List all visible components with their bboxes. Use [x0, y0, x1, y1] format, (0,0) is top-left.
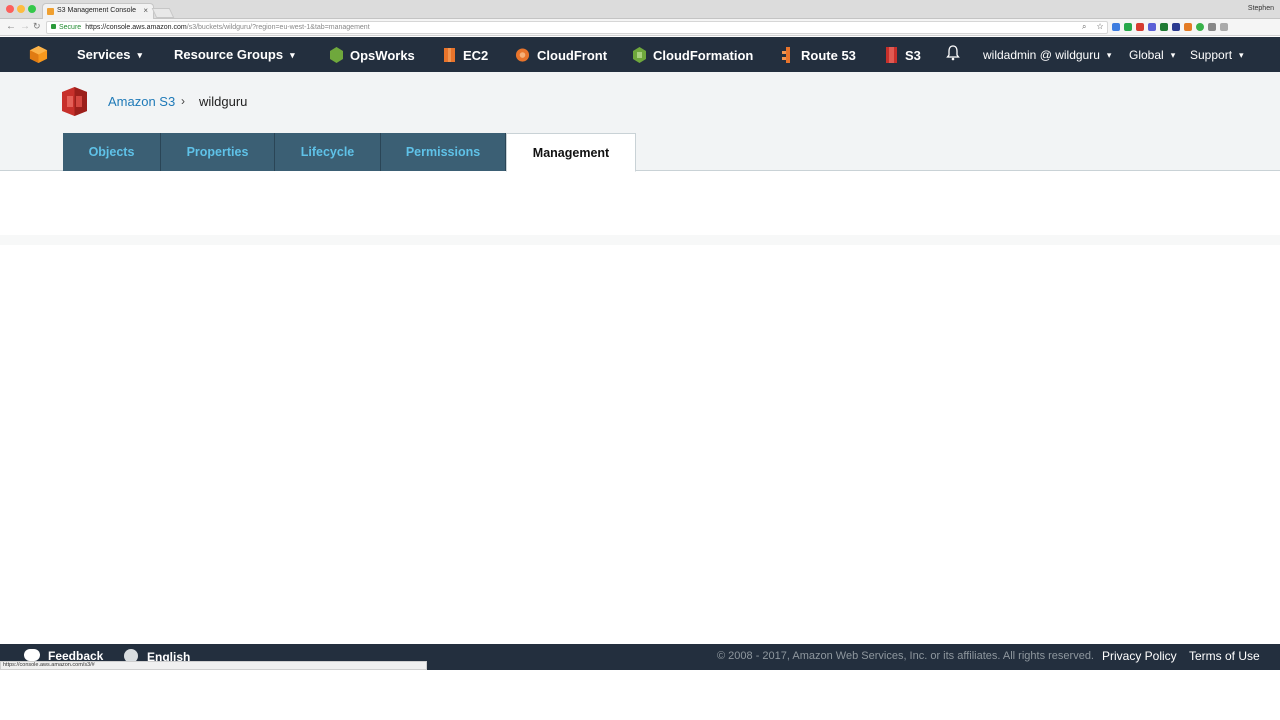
copyright-text: © 2008 - 2017, Amazon Web Services, Inc.… [717, 650, 1094, 662]
bucket-tabs: Objects Properties Lifecycle Permissions… [63, 133, 636, 172]
below-window-area [0, 670, 1280, 720]
extension-icon[interactable] [1196, 23, 1204, 31]
opsworks-icon [330, 47, 343, 63]
chevron-down-icon: ▾ [1170, 50, 1176, 60]
cloudfront-icon [515, 48, 530, 62]
url-host: https://console.aws.amazon.com [85, 24, 187, 31]
tab-properties[interactable]: Properties [161, 133, 275, 171]
new-tab-button[interactable] [151, 8, 175, 18]
aws-cube-logo-icon[interactable] [29, 45, 48, 64]
shortcut-opsworks[interactable]: OpsWorks [330, 47, 415, 63]
route53-icon [782, 47, 790, 63]
tab-permissions[interactable]: Permissions [381, 133, 506, 171]
services-menu[interactable]: Services ▾ [77, 47, 142, 62]
extension-icon[interactable] [1136, 23, 1144, 31]
shortcut-cloudfront[interactable]: CloudFront [515, 47, 607, 63]
extension-icon[interactable] [1220, 23, 1228, 31]
zoom-bookmark-icons[interactable]: ⌕ ☆ [1082, 22, 1107, 32]
aws-top-nav: Services ▾ Resource Groups ▾ OpsWorks EC2 … [0, 37, 1280, 72]
favicon-icon [47, 8, 54, 15]
breadcrumb-bucket-name: wildguru [199, 94, 248, 109]
maximize-window-button[interactable] [28, 5, 36, 13]
ec2-icon [444, 48, 455, 62]
profile-name[interactable]: Stephen [1248, 5, 1274, 12]
extension-icon[interactable] [1184, 23, 1192, 31]
speech-bubble-icon [24, 649, 40, 661]
reload-icon[interactable]: ↻ [33, 21, 41, 32]
secure-label: Secure [59, 24, 82, 31]
close-window-button[interactable] [6, 5, 14, 13]
browser-tab[interactable]: S3 Management Console × [42, 3, 154, 19]
privacy-policy-link[interactable]: Privacy Policy [1102, 649, 1177, 663]
shortcut-route53[interactable]: Route 53 [781, 47, 856, 63]
back-arrow-icon[interactable]: ← [6, 21, 16, 32]
minimize-window-button[interactable] [17, 5, 25, 13]
chevron-down-icon: ▾ [1239, 50, 1244, 60]
breadcrumb-amazon-s3-link[interactable]: Amazon S3 [108, 94, 175, 109]
extensions-bar [1112, 23, 1228, 31]
extension-icon[interactable] [1172, 23, 1180, 31]
tab-objects[interactable]: Objects [63, 133, 161, 171]
shortcut-s3[interactable]: S3 [885, 47, 921, 63]
shortcut-cloudformation[interactable]: CloudFormation [633, 47, 753, 63]
s3-bucket-logo-icon [62, 87, 87, 116]
lock-icon [51, 24, 56, 29]
url-input[interactable]: Secure https://console.aws.amazon.com/s3/… [46, 21, 1108, 34]
browser-tab-title: S3 Management Console [57, 7, 136, 14]
chevron-down-icon: ▾ [137, 50, 143, 60]
extension-icon[interactable] [1160, 23, 1168, 31]
terms-of-use-link[interactable]: Terms of Use [1189, 649, 1260, 663]
tab-lifecycle[interactable]: Lifecycle [275, 133, 381, 171]
notifications-bell-icon[interactable] [946, 45, 960, 64]
s3-icon [886, 47, 897, 63]
browser-tab-bar: S3 Management Console × Stephen [0, 0, 1280, 19]
breadcrumb-separator-icon: › [181, 94, 185, 108]
cloudformation-icon [633, 47, 646, 63]
extension-icon[interactable] [1124, 23, 1132, 31]
content-divider [0, 235, 1280, 245]
close-tab-icon[interactable]: × [143, 6, 148, 15]
forward-arrow-icon[interactable]: → [20, 21, 30, 32]
support-menu[interactable]: Support ▾ [1190, 48, 1244, 62]
region-menu[interactable]: Global ▾ [1129, 48, 1175, 62]
chevron-down-icon: ▾ [1106, 50, 1112, 60]
chevron-down-icon: ▾ [290, 50, 295, 60]
account-menu[interactable]: wildadmin @ wildguru ▾ [983, 48, 1111, 62]
tab-management[interactable]: Management [506, 133, 636, 172]
extension-icon[interactable] [1208, 23, 1216, 31]
browser-status-bar: https://console.aws.amazon.com/s3/# [0, 661, 427, 670]
url-path: /s3/buckets/wildguru/?region=eu-west-1&t… [186, 24, 370, 31]
extension-icon[interactable] [1112, 23, 1120, 31]
resource-groups-menu[interactable]: Resource Groups ▾ [174, 47, 295, 62]
shortcut-ec2[interactable]: EC2 [443, 47, 488, 63]
extension-icon[interactable] [1148, 23, 1156, 31]
address-toolbar: ← → ↻ Secure https://console.aws.amazon.c… [0, 19, 1280, 36]
